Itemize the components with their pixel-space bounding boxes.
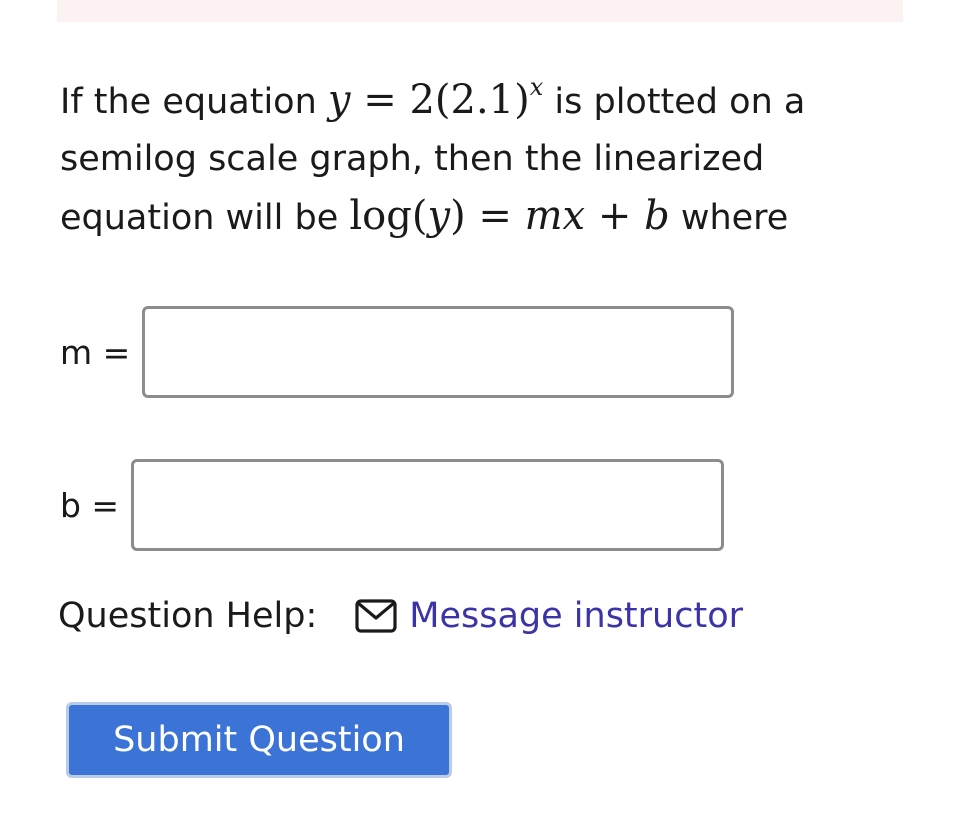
b-answer-row: b = xyxy=(60,459,724,551)
message-instructor-link[interactable]: Message instructor xyxy=(409,596,743,636)
math-variable-y: y xyxy=(427,193,451,239)
question-line-3: equation will be log(y) = mx + b where xyxy=(60,188,920,247)
submit-question-button[interactable]: Submit Question xyxy=(66,702,452,778)
math-expression: = 2(2.1) xyxy=(350,77,530,123)
question-line-2: semilog scale graph, then the linearized xyxy=(60,131,920,188)
question-line-1: If the equation y = 2(2.1)x is plotted o… xyxy=(60,72,920,131)
math-expression: ) = xyxy=(450,193,525,239)
m-label: m = xyxy=(60,332,141,372)
exponential-equation: y = 2(2.1)x xyxy=(327,75,543,123)
math-term-mx: mx xyxy=(524,193,586,239)
question-help-label: Question Help: xyxy=(58,596,318,636)
question-text-segment: semilog scale graph, then the linearized xyxy=(60,139,765,179)
question-help: Question Help: Message instructor xyxy=(58,596,743,636)
top-notice-strip xyxy=(57,0,903,22)
m-answer-row: m = xyxy=(60,306,734,398)
question-text: If the equation y = 2(2.1)x is plotted o… xyxy=(60,72,920,247)
b-input[interactable] xyxy=(131,459,724,551)
question-text-segment: If the equation xyxy=(60,82,328,122)
math-variable-y: y xyxy=(327,77,351,123)
math-function-log: log( xyxy=(349,193,428,239)
linearized-equation: log(y) = mx + b xyxy=(349,193,669,239)
question-text-segment: is plotted on a xyxy=(543,82,806,122)
b-label: b = xyxy=(60,485,130,525)
question-text-segment: where xyxy=(669,198,789,238)
math-variable-b: b xyxy=(644,193,670,239)
math-operator-plus: + xyxy=(585,193,645,239)
envelope-icon[interactable] xyxy=(355,599,397,633)
m-input[interactable] xyxy=(142,306,734,398)
math-exponent-x: x xyxy=(529,73,544,101)
question-text-segment: equation will be xyxy=(60,198,350,238)
